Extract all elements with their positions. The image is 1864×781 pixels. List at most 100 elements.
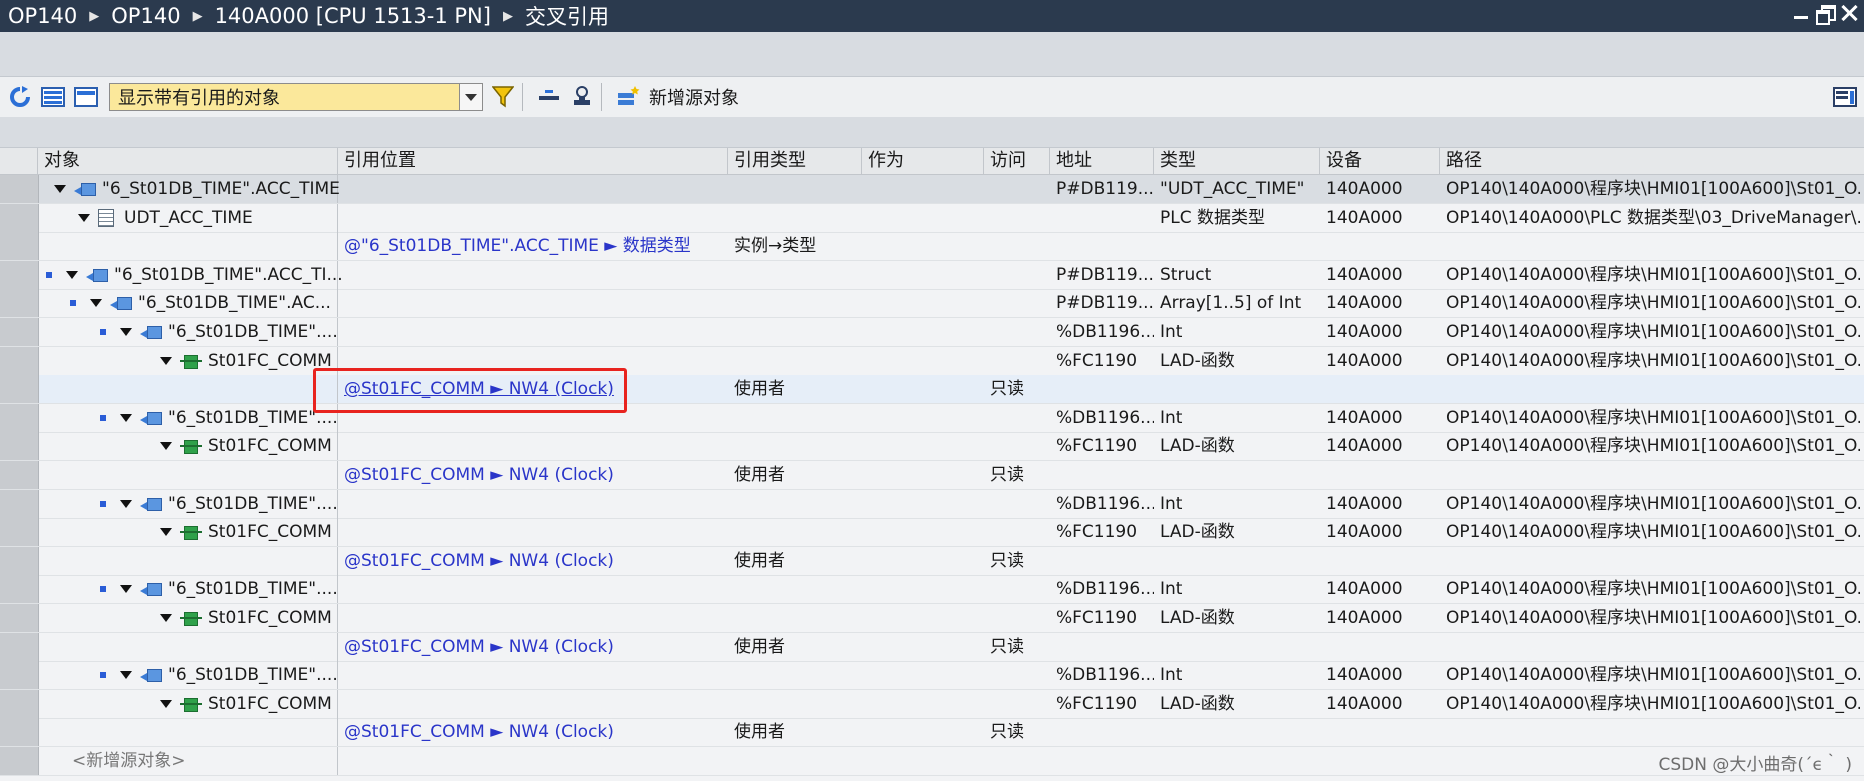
restore-icon[interactable] (1816, 4, 1836, 25)
table-row[interactable]: "6_St01DB_TIME".... %DB1196... Int 140A000 O… (0, 661, 1864, 691)
object-tree-node[interactable]: UDT_ACC_TIME (78, 204, 253, 232)
table-row[interactable]: @"6_St01DB_TIME".ACC_TIME ► 数据类型 实例→类型 (0, 232, 1864, 262)
row-selector[interactable] (0, 375, 39, 404)
row-selector[interactable] (0, 289, 39, 318)
object-tree-node[interactable]: "6_St01DB_TIME".ACC_TI... (46, 261, 343, 289)
table-row[interactable]: @St01FC_COMM ► NW4 (Clock) 使用者 只读 (0, 461, 1864, 490)
row-selector[interactable] (0, 546, 39, 575)
table-row[interactable]: "6_St01DB_TIME".... %DB1196... Int 140A000 O… (0, 318, 1864, 347)
object-tree-node[interactable]: "6_St01DB_TIME".... (100, 318, 338, 346)
table-row[interactable]: "6_St01DB_TIME".... %DB1196... Int 140A000 O… (0, 403, 1864, 433)
object-tree-node[interactable]: "6_St01DB_TIME".ACC_TIME (54, 175, 340, 203)
row-selector[interactable] (0, 518, 39, 547)
object-tree-node[interactable]: St01FC_COMM (160, 518, 332, 546)
row-selector[interactable] (0, 718, 39, 747)
row-selector[interactable] (0, 575, 39, 604)
go-to-location-icon[interactable] (569, 84, 595, 110)
object-tree-node[interactable]: St01FC_COMM (160, 604, 332, 632)
object-cell[interactable] (38, 546, 338, 575)
object-tree-node[interactable]: "6_St01DB_TIME".... (100, 661, 338, 689)
table-row[interactable]: St01FC_COMM %FC1190 LAD-函数 140A000 OP140\140… (0, 604, 1864, 633)
chevron-down-icon[interactable] (459, 84, 482, 110)
table-row[interactable]: St01FC_COMM %FC1190 LAD-函数 140A000 OP140\140… (0, 346, 1864, 376)
row-selector[interactable] (0, 604, 39, 632)
filter-icon[interactable] (490, 84, 516, 110)
object-tree-node[interactable]: St01FC_COMM (160, 690, 332, 718)
breadcrumb-item-project[interactable]: OP140 (8, 4, 77, 28)
object-cell[interactable] (38, 718, 338, 747)
column-header-path[interactable]: 路径 (1440, 148, 1864, 174)
table-row[interactable]: St01FC_COMM %FC1190 LAD-函数 140A000 OP140\140… (0, 518, 1864, 548)
expand-toggle-icon[interactable] (120, 671, 132, 680)
expand-toggle-icon[interactable] (54, 185, 66, 193)
column-header-address[interactable]: 地址 (1050, 148, 1154, 174)
table-row[interactable]: St01FC_COMM %FC1190 LAD-函数 140A000 OP140\140… (0, 689, 1864, 719)
object-tree-node[interactable]: "6_St01DB_TIME".... (100, 404, 338, 432)
collapse-entries-icon[interactable] (536, 84, 562, 110)
expand-toggle-icon[interactable] (160, 442, 172, 451)
new-source-object-placeholder[interactable]: <新增源对象> (72, 747, 332, 775)
row-selector[interactable] (0, 175, 39, 203)
column-header-as[interactable]: 作为 (862, 148, 984, 174)
expand-toggle-icon[interactable] (160, 614, 172, 622)
expand-toggle-icon[interactable] (90, 299, 102, 308)
header-row-selector[interactable] (0, 148, 38, 174)
row-selector[interactable] (0, 403, 39, 432)
object-tree-node[interactable]: "6_St01DB_TIME".... (100, 490, 338, 518)
column-header-device[interactable]: 设备 (1320, 148, 1440, 174)
object-tree-node[interactable]: St01FC_COMM (160, 347, 332, 375)
expand-all-icon[interactable] (40, 84, 66, 110)
expand-toggle-icon[interactable] (78, 213, 90, 222)
row-selector[interactable] (0, 232, 39, 261)
reference-location-cell[interactable]: @"6_St01DB_TIME".ACC_TIME ► 数据类型 (344, 232, 728, 260)
breadcrumb-item-station[interactable]: OP140 (111, 4, 180, 28)
table-row[interactable]: "6_St01DB_TIME".... %DB1196... Int 140A000 O… (0, 575, 1864, 605)
object-tree-node[interactable]: "6_St01DB_TIME".AC... (70, 289, 331, 317)
row-selector[interactable] (0, 461, 39, 489)
expand-toggle-icon[interactable] (120, 413, 132, 422)
expand-toggle-icon[interactable] (66, 270, 78, 279)
row-selector[interactable] (0, 260, 39, 289)
panel-layout-icon[interactable] (1832, 84, 1858, 110)
new-source-button[interactable]: 新增源对象 (649, 84, 739, 110)
reference-location-cell[interactable]: @St01FC_COMM ► NW4 (Clock) (344, 461, 728, 489)
row-selector[interactable] (0, 689, 39, 718)
row-selector[interactable] (0, 346, 39, 375)
table-row[interactable]: "6_St01DB_TIME".ACC_TI... P#DB119... Struc… (0, 260, 1864, 290)
table-row[interactable]: @St01FC_COMM ► NW4 (Clock) 使用者 只读 (0, 546, 1864, 576)
table-row[interactable]: @St01FC_COMM ► NW4 (Clock) 使用者 只读 (0, 718, 1864, 748)
table-row[interactable]: "6_St01DB_TIME".ACC_TIME P#DB119... "UDT_A… (0, 175, 1864, 204)
refresh-icon[interactable] (7, 84, 33, 110)
expand-toggle-icon[interactable] (120, 328, 132, 336)
breadcrumb-item-cpu[interactable]: 140A000 [CPU 1513-1 PN] (215, 4, 491, 28)
expand-toggle-icon[interactable] (120, 585, 132, 594)
object-tree-node[interactable]: "6_St01DB_TIME".... (100, 575, 338, 603)
row-selector[interactable] (0, 318, 39, 346)
column-header-type[interactable]: 类型 (1154, 148, 1320, 174)
object-cell[interactable] (38, 632, 338, 661)
object-cell[interactable] (38, 232, 338, 261)
new-source-row[interactable]: <新增源对象> (0, 747, 1864, 776)
object-cell[interactable] (38, 375, 338, 404)
reference-location-cell[interactable]: @St01FC_COMM ► NW4 (Clock) (344, 718, 728, 746)
reference-location-cell[interactable]: @St01FC_COMM ► NW4 (Clock) (344, 547, 728, 575)
new-source-icon[interactable] (615, 84, 641, 110)
collapse-all-icon[interactable] (73, 84, 99, 110)
row-selector[interactable] (0, 489, 39, 518)
reference-location-cell[interactable]: @St01FC_COMM ► NW4 (Clock) (344, 633, 728, 661)
expand-toggle-icon[interactable] (160, 528, 172, 537)
row-selector[interactable] (0, 432, 39, 461)
column-header-object[interactable]: 对象 (38, 148, 338, 174)
row-selector[interactable] (0, 632, 39, 661)
row-selector[interactable] (0, 661, 39, 690)
table-row[interactable]: @St01FC_COMM ► NW4 (Clock) 使用者 只读 (0, 632, 1864, 662)
row-selector[interactable] (0, 747, 39, 775)
filter-select[interactable]: 显示带有引用的对象 (109, 83, 483, 111)
table-row[interactable]: "6_St01DB_TIME".... %DB1196... Int 140A000 O… (0, 489, 1864, 519)
table-row[interactable]: St01FC_COMM %FC1190 LAD-函数 140A000 OP140\140… (0, 432, 1864, 462)
table-row[interactable]: "6_St01DB_TIME".AC... P#DB119... Array[1..… (0, 289, 1864, 319)
row-selector[interactable] (0, 203, 39, 232)
table-row[interactable]: @St01FC_COMM ► NW4 (Clock) 使用者 只读 (0, 375, 1864, 405)
minimize-icon[interactable] (1792, 4, 1810, 22)
object-tree-node[interactable]: St01FC_COMM (160, 432, 332, 460)
